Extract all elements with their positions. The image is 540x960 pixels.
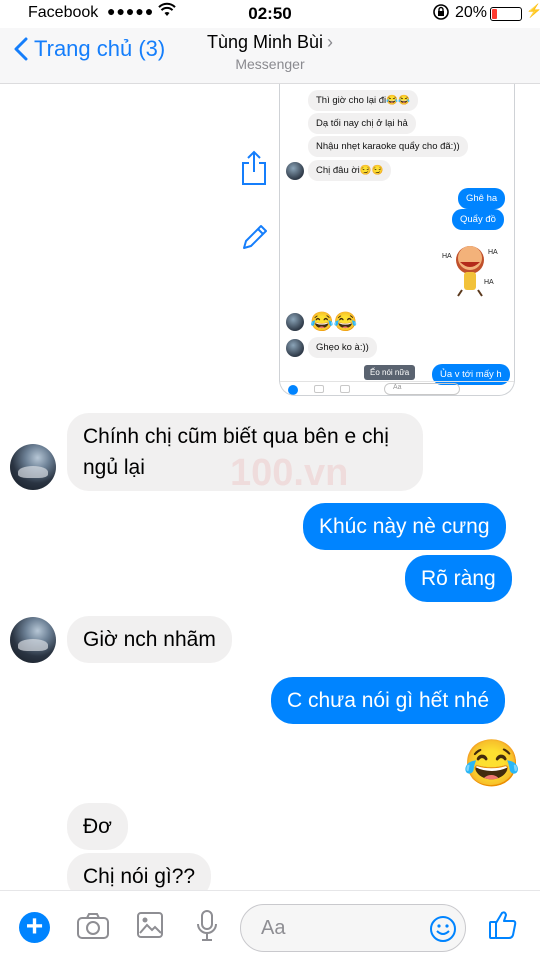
rotation-lock-icon xyxy=(432,3,450,26)
status-bar: Facebook ●●●●● 02:50 20% ⚡ xyxy=(0,0,540,28)
laughing-sticker: HA HA HA xyxy=(442,246,498,297)
embedded-quick-reply: Ếo nói nữa xyxy=(364,365,416,380)
sticker-word: HA xyxy=(484,279,494,286)
share-icon[interactable] xyxy=(240,150,268,191)
image-icon[interactable] xyxy=(136,911,164,944)
embedded-message: Dạ tối nay chị ở lại hả xyxy=(308,113,416,134)
embedded-avatar xyxy=(286,313,304,331)
embedded-screenshot: Thì giờ cho lại đi😂😂 Dạ tối nay chị ở lạ… xyxy=(279,84,515,396)
message-line: Chính chị cũm biết qua bên e chị xyxy=(83,425,389,448)
outgoing-message[interactable]: Rõ ràng xyxy=(405,555,512,602)
sticker-word: HA xyxy=(442,253,452,260)
embedded-message: Nhậu nhẹt karaoke quẩy cho đã:)) xyxy=(308,136,468,157)
outgoing-message[interactable]: C chưa nói gì hết nhé xyxy=(271,677,506,724)
embedded-plus-icon xyxy=(288,385,298,395)
microphone-icon[interactable] xyxy=(195,909,219,948)
embedded-message: Quẩy đồ xyxy=(452,209,504,230)
embedded-message: Ghê ha xyxy=(458,188,506,209)
embedded-image-icon xyxy=(340,385,350,393)
plus-icon[interactable]: + xyxy=(19,912,50,943)
embedded-message: Ghẹo ko à:)) xyxy=(308,337,377,358)
embedded-camera-icon xyxy=(314,385,324,393)
navigation-bar: Trang chủ (3) Tùng Minh Bùi › Messenger xyxy=(0,28,540,84)
embedded-message: Thì giờ cho lại đi😂😂 xyxy=(308,90,418,111)
contact-name: Tùng Minh Bùi xyxy=(206,32,324,52)
smiley-icon[interactable] xyxy=(429,915,457,948)
watermark: 100.vn xyxy=(230,452,349,494)
embedded-message: Chị đâu ời😏😏 xyxy=(308,160,392,181)
contact-avatar[interactable] xyxy=(10,444,56,490)
sticker-word: HA xyxy=(488,249,498,256)
outgoing-message[interactable]: Khúc này nè cưng xyxy=(303,503,506,550)
embedded-input: Aa xyxy=(384,383,460,395)
contact-avatar[interactable] xyxy=(10,617,56,663)
battery-icon xyxy=(490,7,522,21)
thumbs-up-icon[interactable] xyxy=(488,909,518,946)
edit-icon[interactable] xyxy=(240,222,270,257)
conversation-title[interactable]: Tùng Minh Bùi › xyxy=(0,32,540,53)
embedded-composer: Aa xyxy=(280,381,514,395)
message-input[interactable]: Aa xyxy=(240,904,466,952)
embedded-avatar xyxy=(286,339,304,357)
camera-icon[interactable] xyxy=(76,911,110,946)
incoming-message[interactable]: Đơ xyxy=(67,803,128,850)
chevron-right-icon: › xyxy=(327,32,334,52)
composer-bar: + Aa xyxy=(0,890,540,960)
charging-icon: ⚡ xyxy=(526,3,540,18)
outgoing-emoji-message[interactable]: 😂 xyxy=(463,737,520,789)
battery-percent: 20% xyxy=(455,4,488,21)
conversation-subtitle: Messenger xyxy=(235,56,305,72)
embedded-avatar xyxy=(286,162,304,180)
incoming-message[interactable]: Giờ nch nhãm xyxy=(67,616,232,663)
embedded-message: 😂😂 xyxy=(310,312,358,333)
message-input-placeholder: Aa xyxy=(261,917,286,939)
